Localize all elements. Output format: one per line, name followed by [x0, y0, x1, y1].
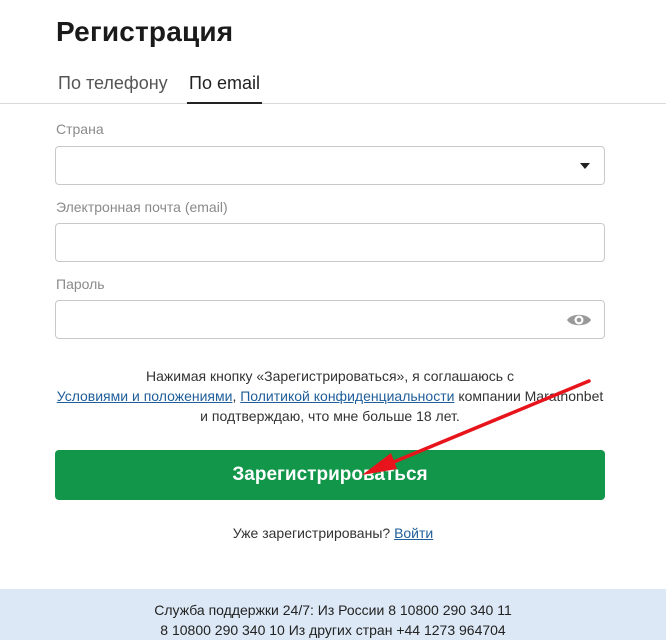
password-field-wrapper [55, 300, 605, 339]
terms-link[interactable]: Условиями и положениями [57, 388, 233, 404]
tab-by-email[interactable]: По email [187, 72, 262, 104]
login-link[interactable]: Войти [394, 525, 433, 541]
login-prompt-row: Уже зарегистрированы? Войти [0, 525, 666, 541]
consent-text: Нажимая кнопку «Зарегистрироваться», я с… [55, 366, 605, 426]
privacy-policy-link[interactable]: Политикой конфиденциальности [240, 388, 454, 404]
country-select[interactable] [55, 146, 605, 185]
email-field-wrapper [55, 223, 605, 262]
register-button[interactable]: Зарегистрироваться [55, 450, 605, 500]
chevron-down-icon[interactable] [580, 163, 590, 169]
eye-icon[interactable] [566, 310, 592, 330]
tab-by-phone[interactable]: По телефону [58, 72, 168, 104]
support-line-2: 8 10800 290 340 10 Из других стран +44 1… [160, 622, 506, 638]
page-title: Регистрация [56, 16, 234, 47]
email-field[interactable] [56, 224, 604, 261]
country-label: Страна [56, 121, 104, 137]
support-footer: Служба поддержки 24/7: Из России 8 10800… [0, 589, 666, 640]
registration-tabs: По телефону По email [0, 68, 666, 104]
email-label: Электронная почта (email) [56, 199, 228, 215]
password-label: Пароль [56, 276, 105, 292]
consent-text-before: Нажимая кнопку «Зарегистрироваться», я с… [146, 368, 514, 384]
support-line-1: Служба поддержки 24/7: Из России 8 10800… [154, 602, 512, 618]
password-field[interactable] [56, 301, 604, 338]
login-prompt: Уже зарегистрированы? [232, 525, 395, 541]
